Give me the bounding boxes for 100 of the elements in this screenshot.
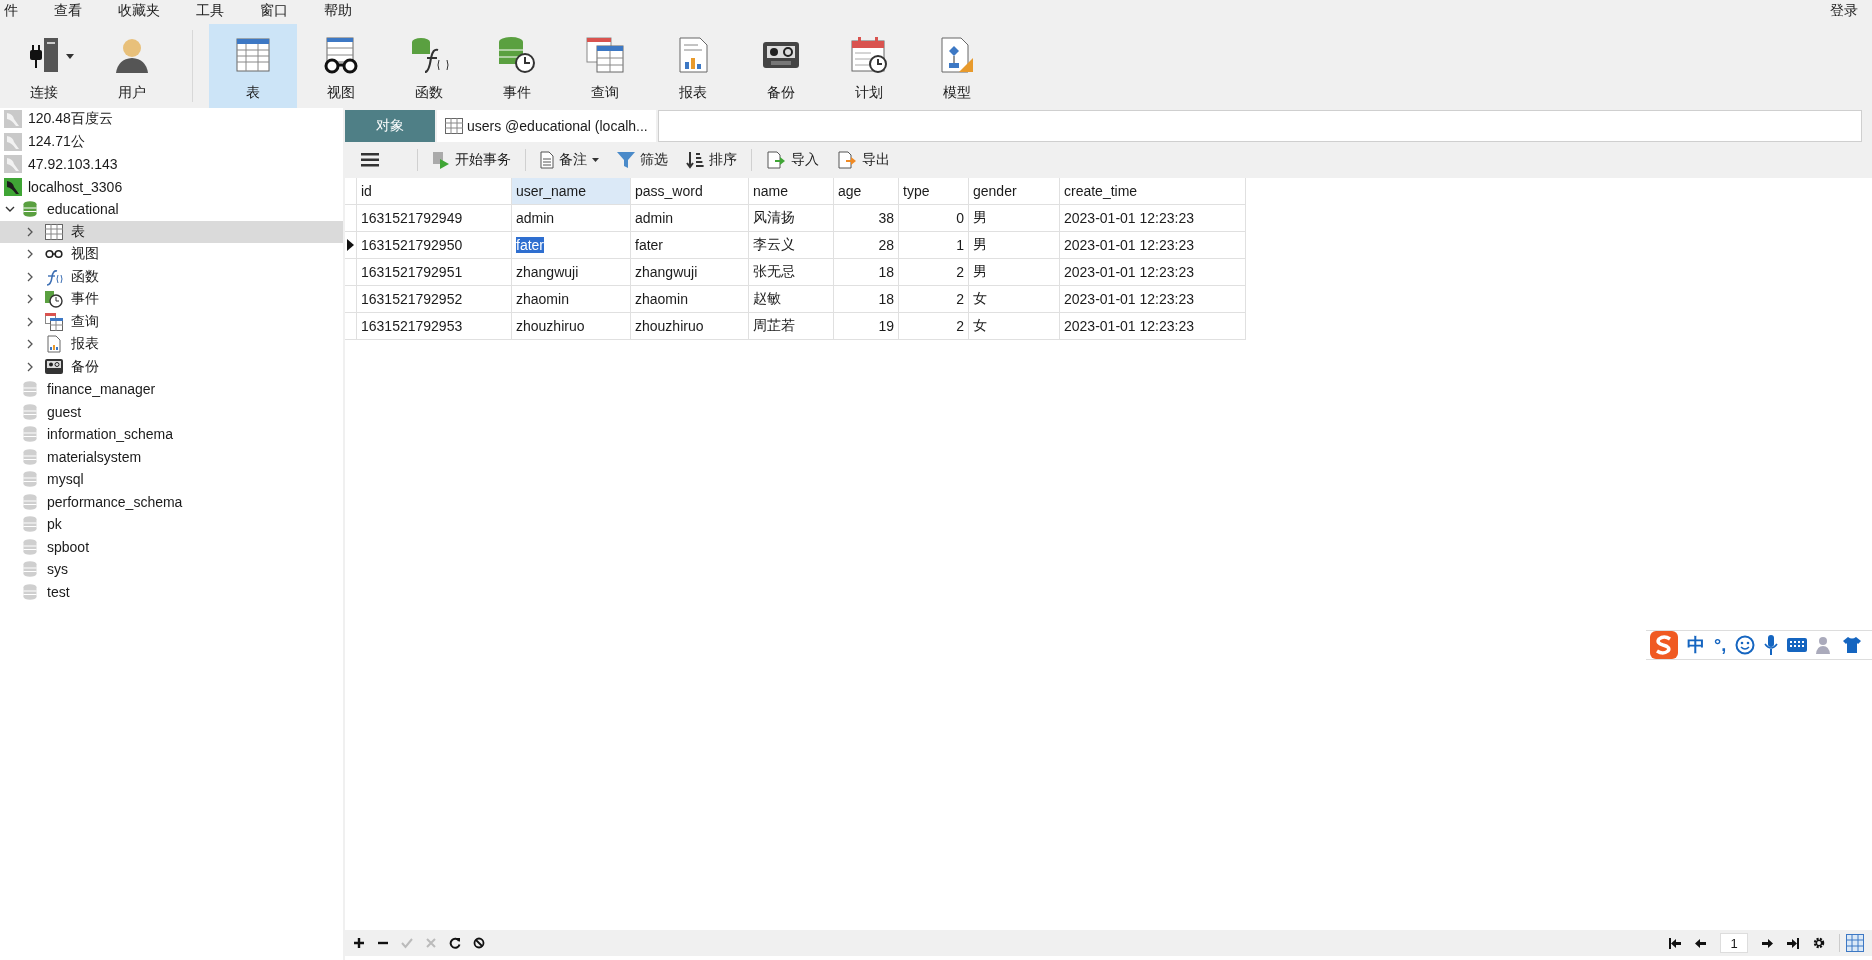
toolbar-button[interactable]: 备注 [536,149,603,171]
tree-item[interactable]: sys [0,558,343,581]
row-header-cell[interactable] [345,205,357,232]
toolbar-button[interactable]: 排序 [682,149,741,171]
tree-item[interactable]: 120.48百度云 [0,108,343,131]
caret-icon[interactable] [592,158,599,162]
toolbar-button[interactable]: 筛选 [613,149,672,171]
login-link[interactable]: 登录 [1830,2,1858,20]
tree-item[interactable]: 事件 [0,288,343,311]
menu-item[interactable]: 件 [4,2,18,20]
column-header[interactable]: name [749,178,834,205]
row-header-cell[interactable] [345,313,357,340]
chevron-right-icon[interactable] [26,316,34,327]
tree-item[interactable]: spboot [0,535,343,558]
tree-item[interactable]: performance_schema [0,490,343,513]
punctuation-mode-label[interactable]: °, [1714,634,1727,656]
toolbar-button[interactable]: 导出 [833,149,894,171]
column-header[interactable]: gender [969,178,1060,205]
chevron-down-icon[interactable] [5,205,15,213]
tree-item[interactable]: 查询 [0,310,343,333]
keyboard-icon[interactable] [1787,638,1808,652]
page-number-field[interactable]: 1 [1720,933,1748,953]
tree-item[interactable]: 函数 [0,265,343,288]
tree-item[interactable]: localhost_3306 [0,175,343,198]
first-page-icon[interactable] [1669,937,1681,949]
tree-item[interactable]: 视图 [0,243,343,266]
settings-icon[interactable] [1813,937,1825,949]
column-header[interactable]: user_name [512,178,631,205]
tree-item[interactable]: pk [0,513,343,536]
object-group-label: 表 [71,222,85,241]
toolbar-button[interactable]: 计划 [825,24,913,108]
menu-item[interactable]: 收藏夹 [118,2,160,20]
column-header[interactable]: age [834,178,899,205]
stop-icon[interactable] [473,937,485,949]
toolbar-button[interactable]: 备份 [737,24,825,108]
column-header[interactable]: pass_word [631,178,749,205]
toolbar-button[interactable]: 表 [209,24,297,108]
column-header[interactable]: create_time [1060,178,1246,205]
database-label: spboot [47,538,90,555]
next-page-icon[interactable] [1762,937,1773,949]
tree-item[interactable]: educational [0,198,343,221]
menu-item[interactable]: 查看 [54,2,82,20]
toolbar-button[interactable]: 事件 [473,24,561,108]
toolbar-button[interactable]: 查询 [561,24,649,108]
chevron-right-icon[interactable] [26,249,34,260]
row-header-cell[interactable] [345,259,357,286]
last-page-icon[interactable] [1787,937,1799,949]
table-cell: 赵敏 [749,286,834,313]
table-cell: 19 [834,313,899,340]
tree-item[interactable]: finance_manager [0,378,343,401]
tree-item[interactable]: 备份 [0,355,343,378]
chevron-right-icon[interactable] [26,361,34,372]
refresh-icon[interactable] [449,937,461,949]
tab[interactable]: 对象 [345,110,435,142]
tree-item[interactable]: guest [0,400,343,423]
tab[interactable]: users @educational (localh... [437,110,656,142]
tree-item[interactable]: 124.71公 [0,130,343,153]
server-connection-icon [4,155,22,174]
menu-item[interactable]: 窗口 [260,2,288,20]
chevron-right-icon[interactable] [26,294,34,305]
smiley-icon[interactable] [1735,635,1756,655]
cell-editor[interactable]: fater [512,232,631,259]
tree-item[interactable]: information_schema [0,423,343,446]
plus-icon[interactable] [353,937,365,949]
toolbar-button[interactable]: 用户 [88,24,176,108]
caret-icon[interactable] [66,54,74,59]
toolbar-button[interactable]: 函数 [385,24,473,108]
shirt-icon[interactable] [1843,636,1862,654]
toolbar-button[interactable]: 模型 [913,24,1001,108]
tree-item[interactable]: 表 [0,220,343,243]
cassette-icon [45,359,63,375]
toolbar-button[interactable]: 导入 [762,149,823,171]
menu-item[interactable]: 帮助 [324,2,352,20]
chevron-right-icon[interactable] [26,339,34,350]
tree-item[interactable]: test [0,580,343,603]
column-header[interactable]: type [899,178,969,205]
previous-page-icon[interactable] [1695,937,1706,949]
row-header-cell[interactable] [345,286,357,313]
column-header[interactable]: id [357,178,512,205]
tree-item[interactable]: 报表 [0,333,343,356]
row-header-cell[interactable] [345,232,357,259]
connection-label: 120.48百度云 [28,110,113,129]
toolbar-button[interactable]: 报表 [649,24,737,108]
input-mode-label[interactable]: 中 [1687,633,1705,657]
table-cell: 28 [834,232,899,259]
tree-item[interactable]: mysql [0,468,343,491]
input-method-logo-icon[interactable] [1650,631,1678,659]
grid-view-icon[interactable] [1846,934,1864,952]
chevron-right-icon[interactable] [26,271,34,282]
tree-item[interactable]: 47.92.103.143 [0,153,343,176]
toolbar-button[interactable]: 开始事务 [428,149,515,171]
tree-item[interactable]: materialsystem [0,445,343,468]
transaction-icon [432,151,450,169]
table-cell: 风清扬 [749,205,834,232]
chevron-right-icon[interactable] [26,226,34,237]
microphone-icon[interactable] [1764,635,1779,655]
menu-item[interactable]: 工具 [196,2,224,20]
toolbar-button[interactable]: 连接 [0,24,88,108]
database-label: pk [47,516,62,533]
toolbar-button[interactable]: 视图 [297,24,385,108]
